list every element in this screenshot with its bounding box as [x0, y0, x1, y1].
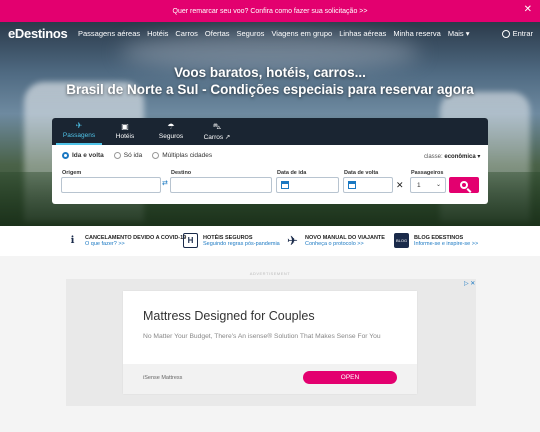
tab-seguros[interactable]: ☂ Seguros: [148, 118, 194, 145]
calendar-icon: [281, 181, 289, 189]
tab-hoteis[interactable]: ▣ Hotéis: [102, 118, 148, 145]
destination-input[interactable]: [170, 177, 272, 193]
info-link[interactable]: Conheça o protocolo >>: [305, 241, 385, 247]
hotel-icon: ▣: [121, 122, 129, 131]
class-label: classe:: [424, 154, 443, 160]
search-button[interactable]: [449, 177, 479, 193]
radio-unchecked-icon: [152, 152, 160, 159]
radio-multiplas-cidades[interactable]: Múltiplas cidades: [152, 152, 212, 159]
info-link[interactable]: Seguindo regras pós-pandemia: [203, 241, 280, 247]
user-icon: [501, 29, 510, 38]
chevron-down-icon: ⌄: [435, 182, 441, 188]
radio-so-ida[interactable]: Só ida: [113, 152, 143, 159]
clear-return-date-icon[interactable]: ✕: [396, 180, 404, 191]
nav-viagens-grupo[interactable]: Viagens em grupo: [271, 29, 332, 38]
radio-checked-icon: [62, 152, 69, 159]
umbrella-icon: ☂: [167, 122, 175, 131]
passengers-value: 1: [417, 182, 421, 189]
login-button[interactable]: Entrar: [501, 29, 533, 38]
destination-label: Destino: [171, 170, 192, 176]
hero-headline: Voos baratos, hotéis, carros... Brasil d…: [0, 65, 540, 98]
passengers-select[interactable]: 1 ⌄: [410, 177, 446, 193]
promo-bar[interactable]: Quer remarcar seu voo? Confira como faze…: [0, 0, 540, 22]
hero-subtitle: Brasil de Norte a Sul - Condições especi…: [66, 82, 474, 97]
tab-passagens[interactable]: ✈ Passagens: [56, 118, 102, 145]
car-icon: ⛍: [212, 121, 222, 131]
tab-label: Passagens: [62, 132, 96, 139]
ad-brand: iSense Mattress: [143, 375, 183, 381]
nav-hoteis[interactable]: Hotéis: [147, 29, 168, 38]
ad-headline[interactable]: Mattress Designed for Couples: [143, 309, 315, 323]
promo-text[interactable]: Quer remarcar seu voo? Confira como faze…: [173, 8, 368, 15]
class-value: econômica ▾: [444, 154, 481, 160]
origin-input[interactable]: [61, 177, 161, 193]
tab-label: Seguros: [158, 133, 184, 140]
ad-open-button[interactable]: OPEN: [303, 371, 397, 384]
nav-links: Passagens aéreas Hotéis Carros Ofertas S…: [78, 29, 470, 38]
radio-ida-e-volta[interactable]: Ida e volta: [62, 152, 104, 159]
tab-carros[interactable]: ⛍ Carros ↗: [194, 118, 240, 145]
site-logo[interactable]: eDestinos: [8, 26, 68, 41]
tab-label: Hotéis: [115, 133, 135, 140]
info-icon: ℹ: [70, 235, 75, 246]
blog-icon: BLOG: [394, 233, 409, 248]
info-link[interactable]: O que fazer? >>: [85, 241, 186, 247]
tab-label: Carros ↗: [203, 133, 231, 141]
passengers-label: Passageiros: [411, 170, 444, 176]
nav-linhas-aereas[interactable]: Linhas aéreas: [339, 29, 386, 38]
nav-carros[interactable]: Carros: [175, 29, 198, 38]
adchoices-icon[interactable]: ▷ ✕: [464, 280, 475, 287]
nav-minha-reserva[interactable]: Minha reserva: [393, 29, 441, 38]
radio-label: Ida e volta: [72, 152, 104, 159]
info-title: NOVO MANUAL DO VIAJANTE: [305, 234, 385, 241]
search-tabs: ✈ Passagens ▣ Hotéis ☂ Seguros ⛍ Carros …: [52, 118, 488, 145]
origin-label: Origem: [62, 170, 82, 176]
radio-label: Múltiplas cidades: [162, 152, 213, 159]
close-icon[interactable]: ✕: [524, 5, 532, 15]
info-hotels[interactable]: H HOTÉIS SEGUROS Seguindo regras pós-pan…: [183, 233, 280, 248]
info-title: CANCELAMENTO DEVIDO A COVID-19: [85, 234, 187, 241]
swap-icon[interactable]: ⇄: [162, 179, 168, 187]
top-nav: eDestinos Passagens aéreas Hotéis Carros…: [0, 22, 540, 46]
plane-icon: ✈: [75, 121, 83, 130]
info-blog[interactable]: BLOG BLOG EDESTINOS Informe-se e inspire…: [394, 233, 478, 248]
search-icon: [460, 181, 468, 189]
hotel-h-icon: H: [183, 233, 198, 248]
depart-date-label: Data de ida: [277, 170, 307, 176]
ad-subtext: No Matter Your Budget, There's An isense…: [143, 333, 381, 340]
hero-title: Voos baratos, hotéis, carros...: [174, 65, 366, 80]
calendar-icon: [348, 181, 356, 189]
info-manual[interactable]: ✈ NOVO MANUAL DO VIAJANTE Conheça o prot…: [285, 233, 385, 248]
radio-unchecked-icon: [113, 152, 121, 159]
class-select[interactable]: classe: econômica ▾: [424, 153, 480, 160]
advertisement-label: ADVERTISEMENT: [249, 271, 291, 276]
nav-mais-dropdown[interactable]: Mais ▾: [448, 29, 470, 38]
nav-seguros[interactable]: Seguros: [237, 29, 265, 38]
radio-label: Só ida: [123, 152, 143, 159]
trip-type-group: Ida e volta Só ida Múltiplas cidades: [62, 152, 212, 159]
return-date-label: Data de volta: [344, 170, 379, 176]
plane-icon: ✈: [287, 232, 298, 248]
nav-passagens[interactable]: Passagens aéreas: [78, 29, 140, 38]
info-link[interactable]: Informe-se e inspire-se >>: [414, 241, 478, 247]
info-covid[interactable]: ℹ CANCELAMENTO DEVIDO A COVID-19 O que f…: [65, 233, 187, 248]
nav-ofertas[interactable]: Ofertas: [205, 29, 230, 38]
login-label: Entrar: [512, 29, 533, 38]
